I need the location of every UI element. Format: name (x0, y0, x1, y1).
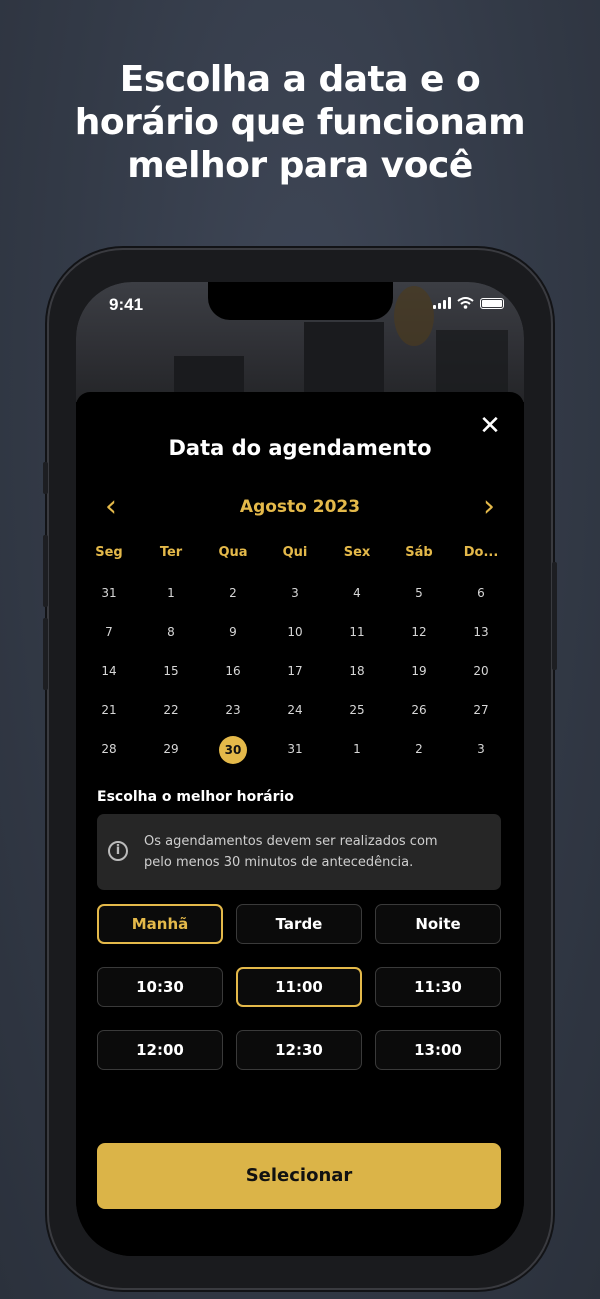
weekday-label: Qua (218, 545, 248, 560)
month-label: Agosto 2023 (239, 497, 361, 517)
weekday-label: Seg (95, 545, 123, 560)
calendar-day[interactable]: 6 (450, 580, 512, 606)
signal-icon (433, 297, 451, 309)
time-slot-button[interactable]: 11:30 (375, 967, 501, 1007)
calendar-day[interactable]: 11 (326, 619, 388, 645)
calendar-week: 21 22 23 24 25 26 27 (78, 690, 518, 729)
calendar-day[interactable]: 26 (388, 697, 450, 723)
headline-line-2: horário que funcionam (74, 102, 526, 143)
calendar-grid: 31 1 2 3 4 5 6 7 8 9 10 11 12 13 14 15 1… (78, 574, 518, 768)
close-icon[interactable]: ✕ (478, 413, 502, 439)
period-button-morning[interactable]: Manhã (97, 904, 223, 944)
booking-sheet: ✕ Data do agendamento ‹ Agosto 2023 › Se… (76, 392, 524, 1256)
calendar-day[interactable]: 2 (388, 736, 450, 762)
time-slots-row-1: 10:30 11:00 11:30 (97, 967, 501, 1007)
time-slot-button-selected[interactable]: 11:00 (236, 967, 362, 1007)
calendar-day[interactable]: 8 (140, 619, 202, 645)
headline-line-3: melhor para você (127, 145, 473, 186)
weekday-label: Sáb (405, 545, 433, 560)
calendar-day[interactable]: 18 (326, 658, 388, 684)
calendar-day[interactable]: 23 (202, 697, 264, 723)
calendar-week: 14 15 16 17 18 19 20 (78, 652, 518, 691)
calendar-day[interactable]: 7 (78, 619, 140, 645)
calendar-day[interactable]: 13 (450, 619, 512, 645)
weekday-label: Do... (463, 545, 499, 560)
time-slot-button[interactable]: 12:00 (97, 1030, 223, 1070)
calendar-day[interactable]: 14 (78, 658, 140, 684)
calendar-day[interactable]: 4 (326, 580, 388, 606)
calendar-day[interactable]: 28 (78, 736, 140, 762)
period-button-night[interactable]: Noite (375, 904, 501, 944)
calendar-day[interactable]: 20 (450, 658, 512, 684)
time-slot-button[interactable]: 12:30 (236, 1030, 362, 1070)
calendar-day[interactable]: 12 (388, 619, 450, 645)
calendar-day[interactable]: 31 (78, 580, 140, 606)
phone-mute-switch (43, 462, 48, 494)
headline-line-1: Escolha a data e o (119, 59, 481, 100)
info-text-line-2: pelo menos 30 minutos de antecedência. (144, 855, 414, 870)
calendar-day[interactable]: 1 (326, 736, 388, 762)
calendar-day[interactable]: 9 (202, 619, 264, 645)
select-button[interactable]: Selecionar (97, 1143, 501, 1209)
phone-screen: 9:41 ✕ Data do agendamento ‹ Agosto 2023… (76, 282, 524, 1256)
info-notice: i Os agendamentos devem ser realizados c… (97, 814, 501, 890)
battery-icon (480, 297, 504, 309)
phone-power-button (552, 562, 557, 670)
status-time: 9:41 (109, 295, 144, 314)
calendar-day[interactable]: 31 (264, 736, 326, 762)
time-slots-row-2: 12:00 12:30 13:00 (97, 1030, 501, 1070)
status-icons (433, 297, 504, 309)
calendar-day[interactable]: 19 (388, 658, 450, 684)
phone-volume-down (43, 618, 48, 690)
calendar-week: 28 29 30 31 1 2 3 (78, 729, 518, 768)
info-icon: i (108, 841, 128, 861)
month-navigation: ‹ Agosto 2023 › (96, 492, 504, 522)
weekday-label: Ter (159, 545, 183, 560)
camera-notch (208, 282, 393, 320)
weekday-label: Sex (343, 545, 371, 560)
headline: Escolha a data e o horário que funcionam… (0, 58, 600, 187)
phone-volume-up (43, 535, 48, 607)
calendar-day[interactable]: 3 (264, 580, 326, 606)
calendar-day[interactable]: 1 (140, 580, 202, 606)
sheet-title: Data do agendamento (168, 436, 432, 460)
calendar-day-selected[interactable]: 30 (202, 735, 264, 764)
calendar-day[interactable]: 22 (140, 697, 202, 723)
info-text: Os agendamentos devem ser realizados com… (144, 831, 484, 873)
calendar-day[interactable]: 15 (140, 658, 202, 684)
weekday-label: Qui (282, 545, 308, 560)
calendar-day[interactable]: 24 (264, 697, 326, 723)
weekday-header: Seg Ter Qua Qui Sex Sáb Do... (78, 545, 518, 560)
time-slot-button[interactable]: 13:00 (375, 1030, 501, 1070)
period-selector: Manhã Tarde Noite (97, 904, 501, 944)
calendar-day[interactable]: 10 (264, 619, 326, 645)
calendar-week: 7 8 9 10 11 12 13 (78, 613, 518, 652)
calendar-day[interactable]: 25 (326, 697, 388, 723)
calendar-day[interactable]: 29 (140, 736, 202, 762)
calendar-day[interactable]: 17 (264, 658, 326, 684)
wifi-icon (457, 297, 474, 309)
calendar-day[interactable]: 5 (388, 580, 450, 606)
chevron-right-icon[interactable]: › (474, 492, 504, 522)
calendar-day[interactable]: 16 (202, 658, 264, 684)
calendar-week: 31 1 2 3 4 5 6 (78, 574, 518, 613)
time-slot-button[interactable]: 10:30 (97, 967, 223, 1007)
calendar-day[interactable]: 27 (450, 697, 512, 723)
period-button-afternoon[interactable]: Tarde (236, 904, 362, 944)
time-section-title: Escolha o melhor horário (97, 789, 294, 805)
calendar-day[interactable]: 21 (78, 697, 140, 723)
calendar-day[interactable]: 3 (450, 736, 512, 762)
info-text-line-1: Os agendamentos devem ser realizados com (144, 834, 438, 849)
calendar-day[interactable]: 2 (202, 580, 264, 606)
